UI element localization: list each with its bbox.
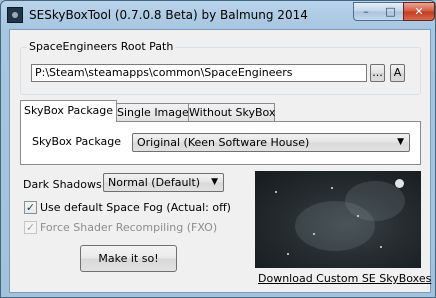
- window-title: SESkyBoxTool (0.7.0.8 Beta) by Balmung 2…: [29, 8, 308, 22]
- browse-button[interactable]: ...: [370, 64, 385, 82]
- make-it-so-button[interactable]: Make it so!: [80, 245, 177, 272]
- dark-shadows-value: Normal (Default): [108, 176, 201, 189]
- chevron-down-icon: ▼: [397, 137, 404, 147]
- dark-shadows-label: Dark Shadows: [23, 178, 102, 191]
- force-shader-label: Force Shader Recompiling (FXO): [40, 221, 218, 234]
- app-icon: [7, 7, 23, 23]
- root-path-input[interactable]: P:\Steam\steamapps\common\SpaceEngineers: [31, 64, 367, 82]
- title-bar[interactable]: SESkyBoxTool (0.7.0.8 Beta) by Balmung 2…: [1, 1, 436, 29]
- client-area: SpaceEngineers Root Path P:\Steam\steama…: [9, 29, 431, 293]
- chevron-down-icon: ▼: [211, 177, 218, 187]
- force-shader-checkbox[interactable]: ✓: [24, 221, 37, 234]
- minimize-button[interactable]: –: [353, 2, 379, 21]
- tab-single-image[interactable]: Single Image: [116, 103, 189, 122]
- skybox-package-panel: SkyBox Package Original (Keen Software H…: [20, 121, 421, 165]
- skybox-package-value: Original (Keen Software House): [137, 136, 310, 149]
- close-button[interactable]: ✕: [403, 2, 435, 21]
- tab-without-skybox[interactable]: Without SkyBox: [188, 103, 275, 122]
- skybox-package-label: SkyBox Package: [32, 135, 122, 148]
- skybox-preview-image: [255, 171, 421, 268]
- space-fog-label: Use default Space Fog (Actual: off): [40, 201, 231, 214]
- auto-detect-button[interactable]: A: [390, 64, 405, 82]
- root-path-label: SpaceEngineers Root Path: [27, 40, 176, 53]
- close-icon: ✕: [414, 5, 424, 18]
- download-skyboxes-link[interactable]: Download Custom SE SkyBoxes: [258, 272, 431, 285]
- app-window: SESkyBoxTool (0.7.0.8 Beta) by Balmung 2…: [0, 0, 436, 298]
- maximize-button[interactable]: □: [378, 2, 404, 21]
- dark-shadows-select[interactable]: Normal (Default) ▼: [103, 173, 224, 192]
- space-fog-checkbox[interactable]: ✓: [24, 201, 37, 214]
- skybox-package-select[interactable]: Original (Keen Software House) ▼: [132, 133, 410, 152]
- tab-skybox-package[interactable]: SkyBox Package: [20, 100, 117, 122]
